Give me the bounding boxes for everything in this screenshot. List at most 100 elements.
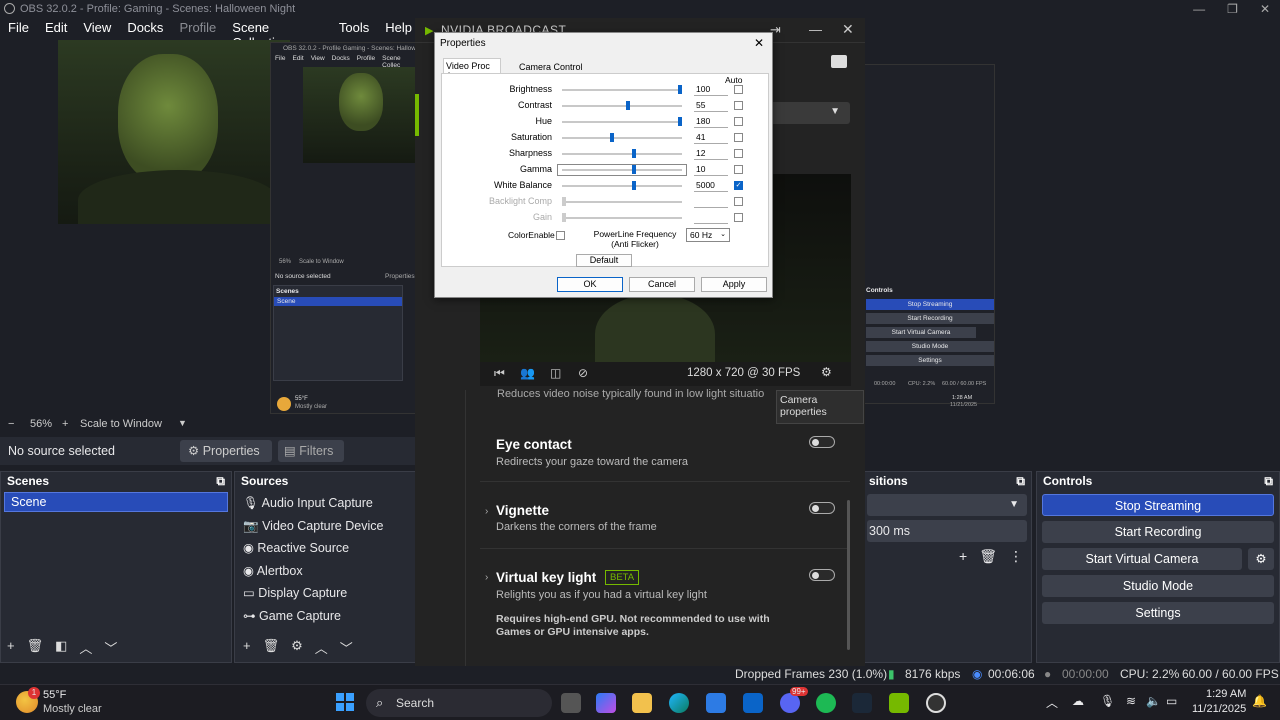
start-recording-button[interactable]: Start Recording: [1042, 521, 1274, 543]
move-down-icon[interactable]: ﹀: [104, 638, 117, 657]
zoom-out-button[interactable]: −: [8, 418, 14, 430]
gear-icon[interactable]: ⚙: [291, 638, 303, 657]
edge-icon[interactable]: [669, 693, 689, 713]
add-source-icon[interactable]: +: [243, 638, 251, 657]
auto-checkbox[interactable]: [734, 149, 743, 158]
add-transition-icon[interactable]: +: [959, 548, 967, 565]
color-enable-checkbox[interactable]: [556, 231, 565, 240]
slider-thumb[interactable]: [609, 133, 614, 142]
menu-docks[interactable]: Docks: [119, 18, 171, 38]
menu-tools[interactable]: Tools: [331, 18, 377, 38]
snapshot-icon[interactable]: ◫: [550, 366, 561, 380]
menu-profile[interactable]: Profile: [171, 18, 224, 38]
clock-time[interactable]: 1:29 AM: [1206, 688, 1246, 700]
transition-duration[interactable]: 300 ms: [867, 520, 1027, 542]
slider-value[interactable]: [694, 196, 728, 208]
maximize-icon[interactable]: ❐: [1227, 2, 1238, 16]
slider-track[interactable]: [562, 85, 682, 94]
menu-edit[interactable]: Edit: [37, 18, 75, 38]
slider-value[interactable]: 100: [694, 84, 728, 96]
filters-button[interactable]: ▤ Filters: [278, 440, 344, 462]
source-reactive[interactable]: ◉ Reactive Source: [243, 537, 407, 560]
skip-icon[interactable]: ⏮: [494, 366, 505, 381]
auto-checkbox[interactable]: [734, 213, 743, 222]
undock-icon[interactable]: ⧉: [1264, 474, 1273, 488]
source-game-capture[interactable]: ⊶ Game Capture: [243, 605, 407, 628]
auto-checkbox[interactable]: [734, 133, 743, 142]
slider-thumb[interactable]: [678, 117, 682, 126]
search-box[interactable]: ⌕ Search: [366, 689, 552, 717]
menu-scene-collection[interactable]: Scene Collection: [224, 18, 331, 50]
preview-canvas[interactable]: OBS 32.0.2 - Profile Gaming - Scenes: Ha…: [0, 40, 444, 416]
tab-camera-control[interactable]: Camera Control: [517, 60, 585, 74]
chevron-down-icon[interactable]: ▼: [178, 418, 187, 428]
notification-icon[interactable]: 🔔: [1252, 694, 1267, 708]
close-icon[interactable]: ✕: [1260, 2, 1270, 16]
store-icon[interactable]: [706, 693, 726, 713]
studio-mode-button[interactable]: Studio Mode: [1042, 575, 1274, 597]
scrollbar[interactable]: [847, 500, 850, 650]
stop-streaming-button[interactable]: Stop Streaming: [1042, 494, 1274, 516]
slider-track[interactable]: [562, 117, 682, 126]
zoom-in-button[interactable]: +: [62, 418, 68, 430]
auto-checkbox[interactable]: ✓: [734, 181, 743, 190]
menu-help[interactable]: Help: [377, 18, 420, 38]
move-up-icon[interactable]: ︿: [315, 638, 328, 657]
slider-thumb[interactable]: [562, 213, 566, 222]
slider-value[interactable]: 55: [694, 100, 728, 112]
slider-value[interactable]: 5000: [694, 180, 728, 192]
onedrive-icon[interactable]: ☁: [1072, 694, 1084, 708]
undock-icon[interactable]: ⧉: [216, 474, 225, 488]
slider-track[interactable]: [562, 197, 682, 206]
minimize-icon[interactable]: —: [809, 22, 822, 37]
scene-item[interactable]: Scene: [4, 492, 228, 512]
apply-button[interactable]: Apply: [701, 277, 767, 292]
discord-icon[interactable]: [780, 693, 800, 713]
preview-canvas-right[interactable]: Controls Stop Streaming Start Recording …: [863, 40, 1280, 416]
file-explorer-icon[interactable]: [632, 693, 652, 713]
trash-icon[interactable]: 🗑: [263, 638, 280, 657]
expand-icon[interactable]: ›: [485, 572, 488, 583]
slider-track[interactable]: [562, 133, 682, 142]
keylight-toggle[interactable]: [809, 569, 835, 581]
slider-value[interactable]: 10: [694, 164, 728, 176]
tab-video-proc-amp[interactable]: Video Proc Amp: [443, 58, 501, 81]
tray-chevron-icon[interactable]: ︿: [1046, 694, 1058, 711]
slider-track[interactable]: [557, 164, 687, 176]
cancel-button[interactable]: Cancel: [629, 277, 695, 292]
slider-thumb[interactable]: [631, 165, 636, 174]
obs-icon[interactable]: [926, 693, 946, 713]
task-view-icon[interactable]: [561, 693, 581, 713]
expand-icon[interactable]: ›: [485, 506, 488, 517]
slider-value[interactable]: [694, 212, 728, 224]
scale-mode[interactable]: Scale to Window: [80, 418, 162, 430]
slider-value[interactable]: 180: [694, 116, 728, 128]
wifi-icon[interactable]: ≋: [1126, 694, 1136, 708]
resolution-selector[interactable]: 1280 x 720 @ 30 FPS: [687, 367, 800, 379]
undock-icon[interactable]: ⧉: [1016, 474, 1025, 488]
start-virtual-camera-button[interactable]: Start Virtual Camera: [1042, 548, 1242, 570]
source-alertbox[interactable]: ◉ Alertbox: [243, 560, 407, 583]
slider-thumb[interactable]: [625, 101, 630, 110]
vignette-toggle[interactable]: [809, 502, 835, 514]
properties-button[interactable]: ⚙ Properties: [180, 440, 272, 462]
virtual-camera-settings[interactable]: ⚙: [1248, 548, 1274, 570]
move-down-icon[interactable]: ﹀: [340, 638, 353, 657]
trash-icon[interactable]: 🗑: [979, 548, 997, 565]
menu-file[interactable]: File: [0, 18, 37, 38]
slider-track[interactable]: [562, 149, 682, 158]
transition-select[interactable]: ▼: [867, 494, 1027, 516]
slider-value[interactable]: 41: [694, 132, 728, 144]
windows-start-icon[interactable]: [336, 693, 354, 711]
feedback-icon[interactable]: [831, 55, 847, 68]
powerline-select[interactable]: 60 Hz ⌄: [686, 228, 730, 242]
slider-thumb[interactable]: [631, 181, 636, 190]
person-icon[interactable]: 👥: [520, 366, 535, 380]
copilot-icon[interactable]: [596, 693, 616, 713]
source-audio-input[interactable]: 🎙 Audio Input Capture: [243, 492, 407, 515]
microphone-icon[interactable]: 🎙: [1100, 694, 1115, 708]
slider-track[interactable]: [562, 101, 682, 110]
slider-track[interactable]: [562, 213, 682, 222]
outlook-icon[interactable]: [743, 693, 763, 713]
auto-checkbox[interactable]: [734, 85, 743, 94]
